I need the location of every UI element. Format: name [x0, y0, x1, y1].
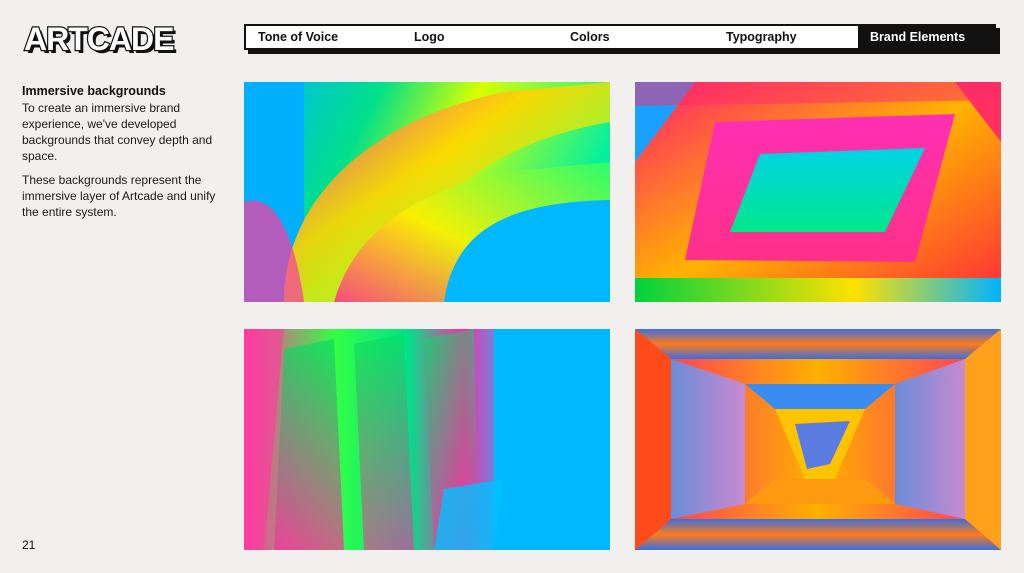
nav-tab-colors[interactable]: Colors: [558, 26, 714, 48]
immersive-background-panels-image: [244, 329, 610, 550]
logo-text: ARTCADE: [24, 22, 174, 57]
top-navigation: Tone of Voice Logo Colors Typography Bra…: [244, 24, 1000, 54]
page-number: 21: [22, 538, 36, 552]
nav-tab-tone-of-voice[interactable]: Tone of Voice: [246, 26, 402, 48]
nav-bar: Tone of Voice Logo Colors Typography Bra…: [244, 24, 996, 50]
artcade-logo-icon: ARTCADE ARTCADE: [23, 22, 178, 58]
artcade-logo[interactable]: ARTCADE ARTCADE: [22, 22, 220, 58]
immersive-background-tunnel-image: [635, 329, 1001, 550]
section-paragraph-2: These backgrounds represent the immersiv…: [22, 173, 216, 219]
immersive-background-frame-image: [635, 82, 1001, 302]
nav-tab-logo[interactable]: Logo: [402, 26, 558, 48]
section-heading: Immersive backgrounds: [22, 84, 166, 98]
section-paragraph-1: To create an immersive brand experience,…: [22, 101, 213, 163]
immersive-background-swirl-image: [244, 82, 610, 302]
nav-tab-brand-elements[interactable]: Brand Elements: [858, 26, 994, 48]
nav-tab-typography[interactable]: Typography: [714, 26, 858, 48]
